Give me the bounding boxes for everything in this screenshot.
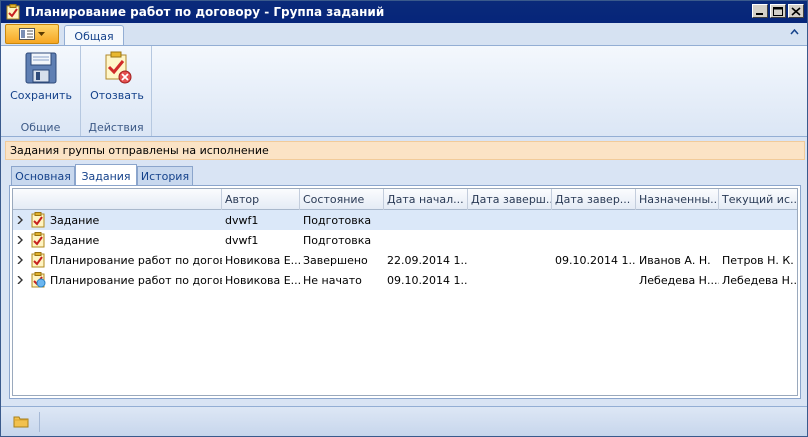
table-row[interactable]: Задание dvwf1 Подготовка	[13, 210, 797, 230]
tasks-grid: Автор Состояние Дата начал... Дата завер…	[12, 188, 798, 396]
folder-icon[interactable]	[13, 414, 29, 428]
task-check-icon	[31, 252, 45, 268]
revoke-task-icon	[105, 51, 132, 84]
cell-start-date: 22.09.2014 1...	[387, 253, 468, 267]
cell-assigned: Иванов А. Н.	[639, 253, 711, 267]
cell-assigned	[636, 210, 719, 230]
info-message-text: Задания группы отправлены на исполнение	[10, 144, 269, 157]
cell-end-date-fact	[552, 270, 636, 290]
cell-end-date-plan	[468, 210, 552, 230]
ribbon-group-label: Общие	[20, 121, 61, 134]
main-window: Планирование работ по договору - Группа …	[0, 0, 808, 437]
chevron-right-icon[interactable]	[15, 215, 25, 225]
cell-start-date	[384, 210, 468, 230]
maximize-button[interactable]	[770, 4, 786, 18]
tab-history[interactable]: История	[137, 166, 193, 186]
column-header-end-date-fact[interactable]: Дата завер...	[552, 189, 636, 210]
tab-main[interactable]: Основная	[11, 166, 75, 186]
task-group-app-icon	[6, 4, 20, 20]
tasks-grid-panel: Автор Состояние Дата начал... Дата завер…	[9, 185, 801, 399]
column-header-state[interactable]: Состояние	[300, 189, 384, 210]
ribbon-collapse-icon[interactable]	[790, 28, 799, 38]
cell-author: dvwf1	[225, 233, 259, 247]
task-new-icon	[31, 272, 46, 288]
cell-start-date: 09.10.2014 1...	[387, 273, 468, 287]
cell-current-performer: Петров Н. К.	[722, 253, 794, 267]
ribbon-tab-label: Общая	[74, 29, 114, 43]
maximize-icon	[773, 6, 783, 16]
cell-author: Новикова Е....	[225, 273, 300, 287]
revoke-button-label: Отозвать	[90, 89, 144, 102]
app-menu-button[interactable]	[5, 24, 59, 44]
window-title: Планирование работ по договору - Группа …	[25, 5, 385, 19]
window-controls	[752, 4, 804, 18]
ribbon-body: Сохранить Общие Отозвать Действия	[1, 45, 807, 137]
ribbon-tab-general[interactable]: Общая	[64, 25, 124, 46]
tab-label: Задания	[81, 169, 131, 183]
cell-assigned: Лебедева Н....	[639, 273, 719, 287]
tab-tasks[interactable]: Задания	[75, 164, 137, 187]
cell-state: Подготовка	[303, 233, 372, 247]
status-separator	[39, 412, 40, 432]
cell-name: Задание	[50, 233, 100, 247]
title-bar: Планирование работ по договору - Группа …	[1, 1, 807, 23]
cell-name: Задание	[50, 213, 100, 227]
cell-state: Не начато	[303, 273, 362, 287]
minimize-button[interactable]	[752, 4, 768, 18]
cell-end-date-plan	[468, 230, 552, 250]
close-icon	[791, 6, 801, 16]
cell-start-date	[384, 230, 468, 250]
chevron-right-icon[interactable]	[15, 275, 25, 285]
status-bar	[1, 406, 807, 436]
column-header-name[interactable]	[13, 189, 222, 210]
cell-assigned	[636, 230, 719, 250]
cell-name: Планирование работ по догов...	[50, 253, 222, 267]
task-check-icon	[31, 232, 45, 248]
cell-end-date-fact	[552, 210, 636, 230]
document-menu-icon	[19, 28, 35, 40]
grid-header: Автор Состояние Дата начал... Дата завер…	[13, 189, 797, 210]
cell-end-date-plan	[468, 270, 552, 290]
column-header-current-performer[interactable]: Текущий ис...	[719, 189, 797, 210]
column-header-end-date-plan[interactable]: Дата заверш...	[468, 189, 552, 210]
floppy-disk-icon	[25, 52, 57, 84]
ribbon-group-label: Действия	[88, 121, 144, 134]
tab-label: История	[140, 170, 190, 183]
cell-author: Новикова Е....	[225, 253, 300, 267]
table-row[interactable]: Планирование работ по догов... Новикова …	[13, 270, 798, 290]
close-button[interactable]	[788, 4, 804, 18]
column-header-start-date[interactable]: Дата начал...	[384, 189, 468, 210]
column-header-assigned[interactable]: Назначенны...	[636, 189, 719, 210]
ribbon-group-actions: Отозвать Действия	[81, 46, 152, 136]
cell-end-date-fact	[552, 230, 636, 250]
cell-end-date-fact: 09.10.2014 1...	[555, 253, 636, 267]
cell-name: Планирование работ по догов...	[50, 273, 222, 287]
cell-end-date-plan	[468, 250, 552, 270]
save-button[interactable]: Сохранить	[7, 50, 75, 102]
revoke-button[interactable]: Отозвать	[87, 50, 147, 102]
table-row[interactable]: Задание dvwf1 Подготовка	[13, 230, 797, 250]
cell-current-performer	[719, 210, 797, 230]
chevron-down-icon	[38, 31, 45, 36]
tab-label: Основная	[15, 170, 71, 183]
table-row[interactable]: Планирование работ по догов... Новикова …	[13, 250, 797, 270]
info-message-bar: Задания группы отправлены на исполнение	[5, 141, 805, 160]
column-header-author[interactable]: Автор	[222, 189, 300, 210]
cell-state: Завершено	[303, 253, 368, 267]
chevron-right-icon[interactable]	[15, 255, 25, 265]
minimize-icon	[756, 13, 763, 15]
chevron-right-icon[interactable]	[15, 235, 25, 245]
ribbon-tab-strip: Общая	[1, 23, 807, 46]
ribbon-group-general: Сохранить Общие	[1, 46, 81, 136]
cell-current-performer	[719, 230, 797, 250]
cell-author: dvwf1	[225, 213, 259, 227]
cell-current-performer: Лебедева Н....	[722, 273, 798, 287]
task-check-icon	[31, 212, 45, 228]
save-button-label: Сохранить	[10, 89, 72, 102]
cell-state: Подготовка	[303, 213, 372, 227]
